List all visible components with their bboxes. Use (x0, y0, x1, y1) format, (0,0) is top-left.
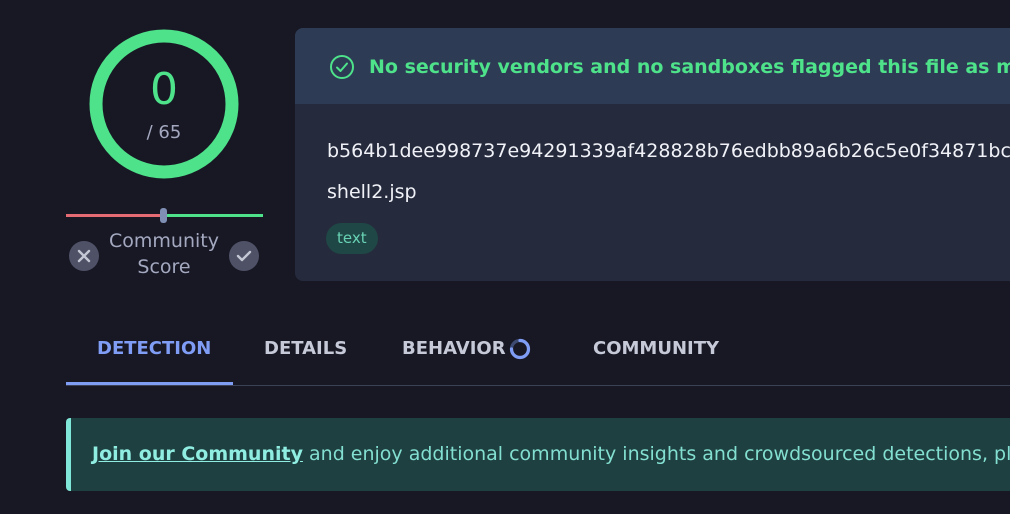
x-icon (77, 249, 91, 263)
file-tag[interactable]: text (326, 223, 378, 254)
detection-count: 0 (150, 64, 178, 115)
report-tabs: DETECTION DETAILS BEHAVIOR COMMUNITY (66, 318, 1010, 386)
tab-community[interactable]: COMMUNITY (593, 336, 719, 362)
community-banner-message: and enjoy additional community insights … (309, 443, 1010, 465)
loading-spinner-icon (509, 338, 531, 360)
community-score-label: Community Score (109, 230, 219, 278)
community-score-marker (160, 208, 167, 223)
file-hash[interactable]: b564b1dee998737e94291339af428828b76edbb8… (327, 138, 1010, 164)
file-report-page: 0 / 65 Community Score No security vendo… (0, 0, 1010, 514)
tab-details[interactable]: DETAILS (264, 336, 347, 362)
verdict-text: No security vendors and no sandboxes fla… (369, 56, 1010, 78)
active-tab-indicator (66, 382, 233, 385)
file-name: shell2.jsp (327, 181, 417, 203)
tab-behavior[interactable]: BEHAVIOR (402, 336, 506, 362)
detection-total: / 65 (146, 122, 182, 143)
community-score-positive-segment (164, 214, 263, 217)
check-circle-icon (330, 55, 354, 79)
check-icon (236, 250, 252, 262)
community-score-negative-segment (66, 214, 164, 217)
file-verdict-header: No security vendors and no sandboxes fla… (295, 28, 1010, 104)
vote-harmless-button[interactable] (229, 241, 259, 271)
vote-malicious-button[interactable] (69, 241, 99, 271)
community-banner: Join our Community and enjoy additional … (66, 418, 1010, 491)
join-community-link[interactable]: Join our Community (92, 443, 303, 465)
file-summary-card: No security vendors and no sandboxes fla… (295, 28, 1010, 281)
detection-score-ring: 0 / 65 (88, 28, 240, 180)
community-banner-text: Join our Community and enjoy additional … (92, 441, 1010, 468)
tab-detection[interactable]: DETECTION (97, 336, 211, 362)
